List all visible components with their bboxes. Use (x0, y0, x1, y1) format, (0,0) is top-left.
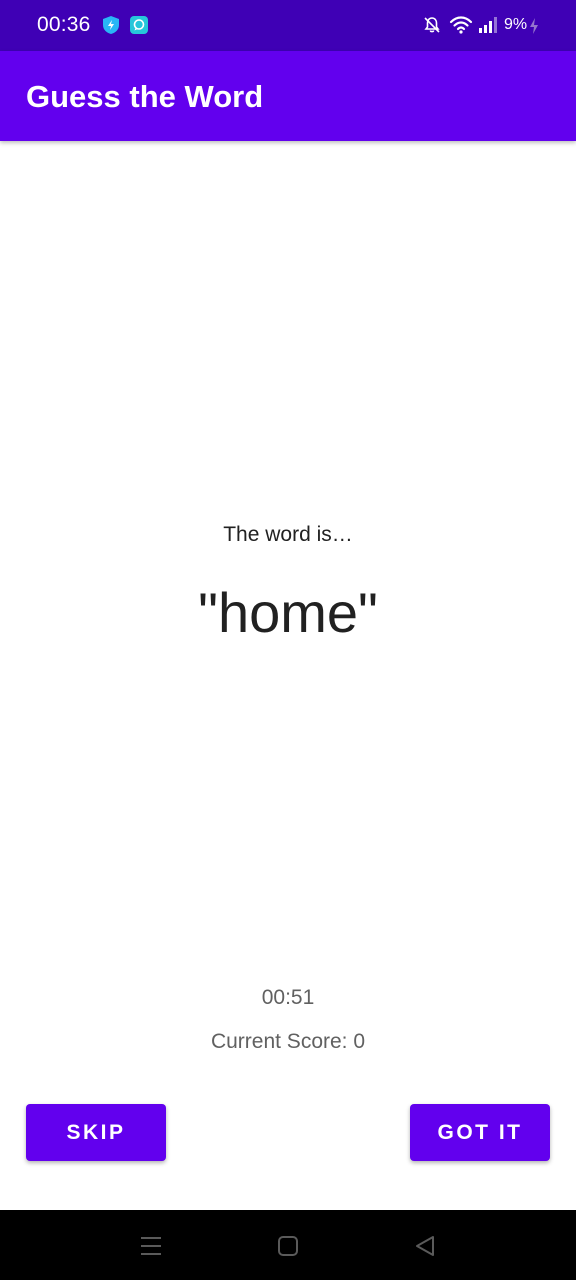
got-it-button[interactable]: GOT IT (410, 1104, 550, 1161)
chat-icon (129, 15, 149, 35)
battery-level: 9% (504, 16, 528, 33)
signal-icon (479, 17, 497, 33)
status-bar: 00:36 9% (0, 0, 576, 51)
timer-text: 00:51 (261, 986, 315, 1009)
menu-icon[interactable] (137, 1232, 165, 1260)
app-bar: Guess the Word (0, 51, 576, 141)
score-label: Current Score: (210, 1030, 348, 1053)
shield-icon (101, 15, 121, 35)
wifi-icon (449, 16, 473, 34)
navigation-bar (0, 1210, 576, 1280)
word-intro-label: The word is… (223, 523, 353, 546)
status-indicators: 9% (424, 13, 542, 39)
status-time: 00:36 (37, 13, 91, 36)
back-triangle-icon[interactable] (411, 1232, 439, 1260)
score-text: Current Score: 0 (0, 1029, 576, 1055)
skip-button[interactable]: SKIP (26, 1104, 166, 1161)
app-title: Guess the Word (26, 79, 264, 114)
battery-charging-icon (530, 18, 538, 34)
home-square-icon[interactable] (274, 1232, 302, 1260)
score-value: 0 (353, 1030, 366, 1053)
bell-off-icon (424, 17, 440, 33)
current-word: "home" (198, 581, 378, 644)
